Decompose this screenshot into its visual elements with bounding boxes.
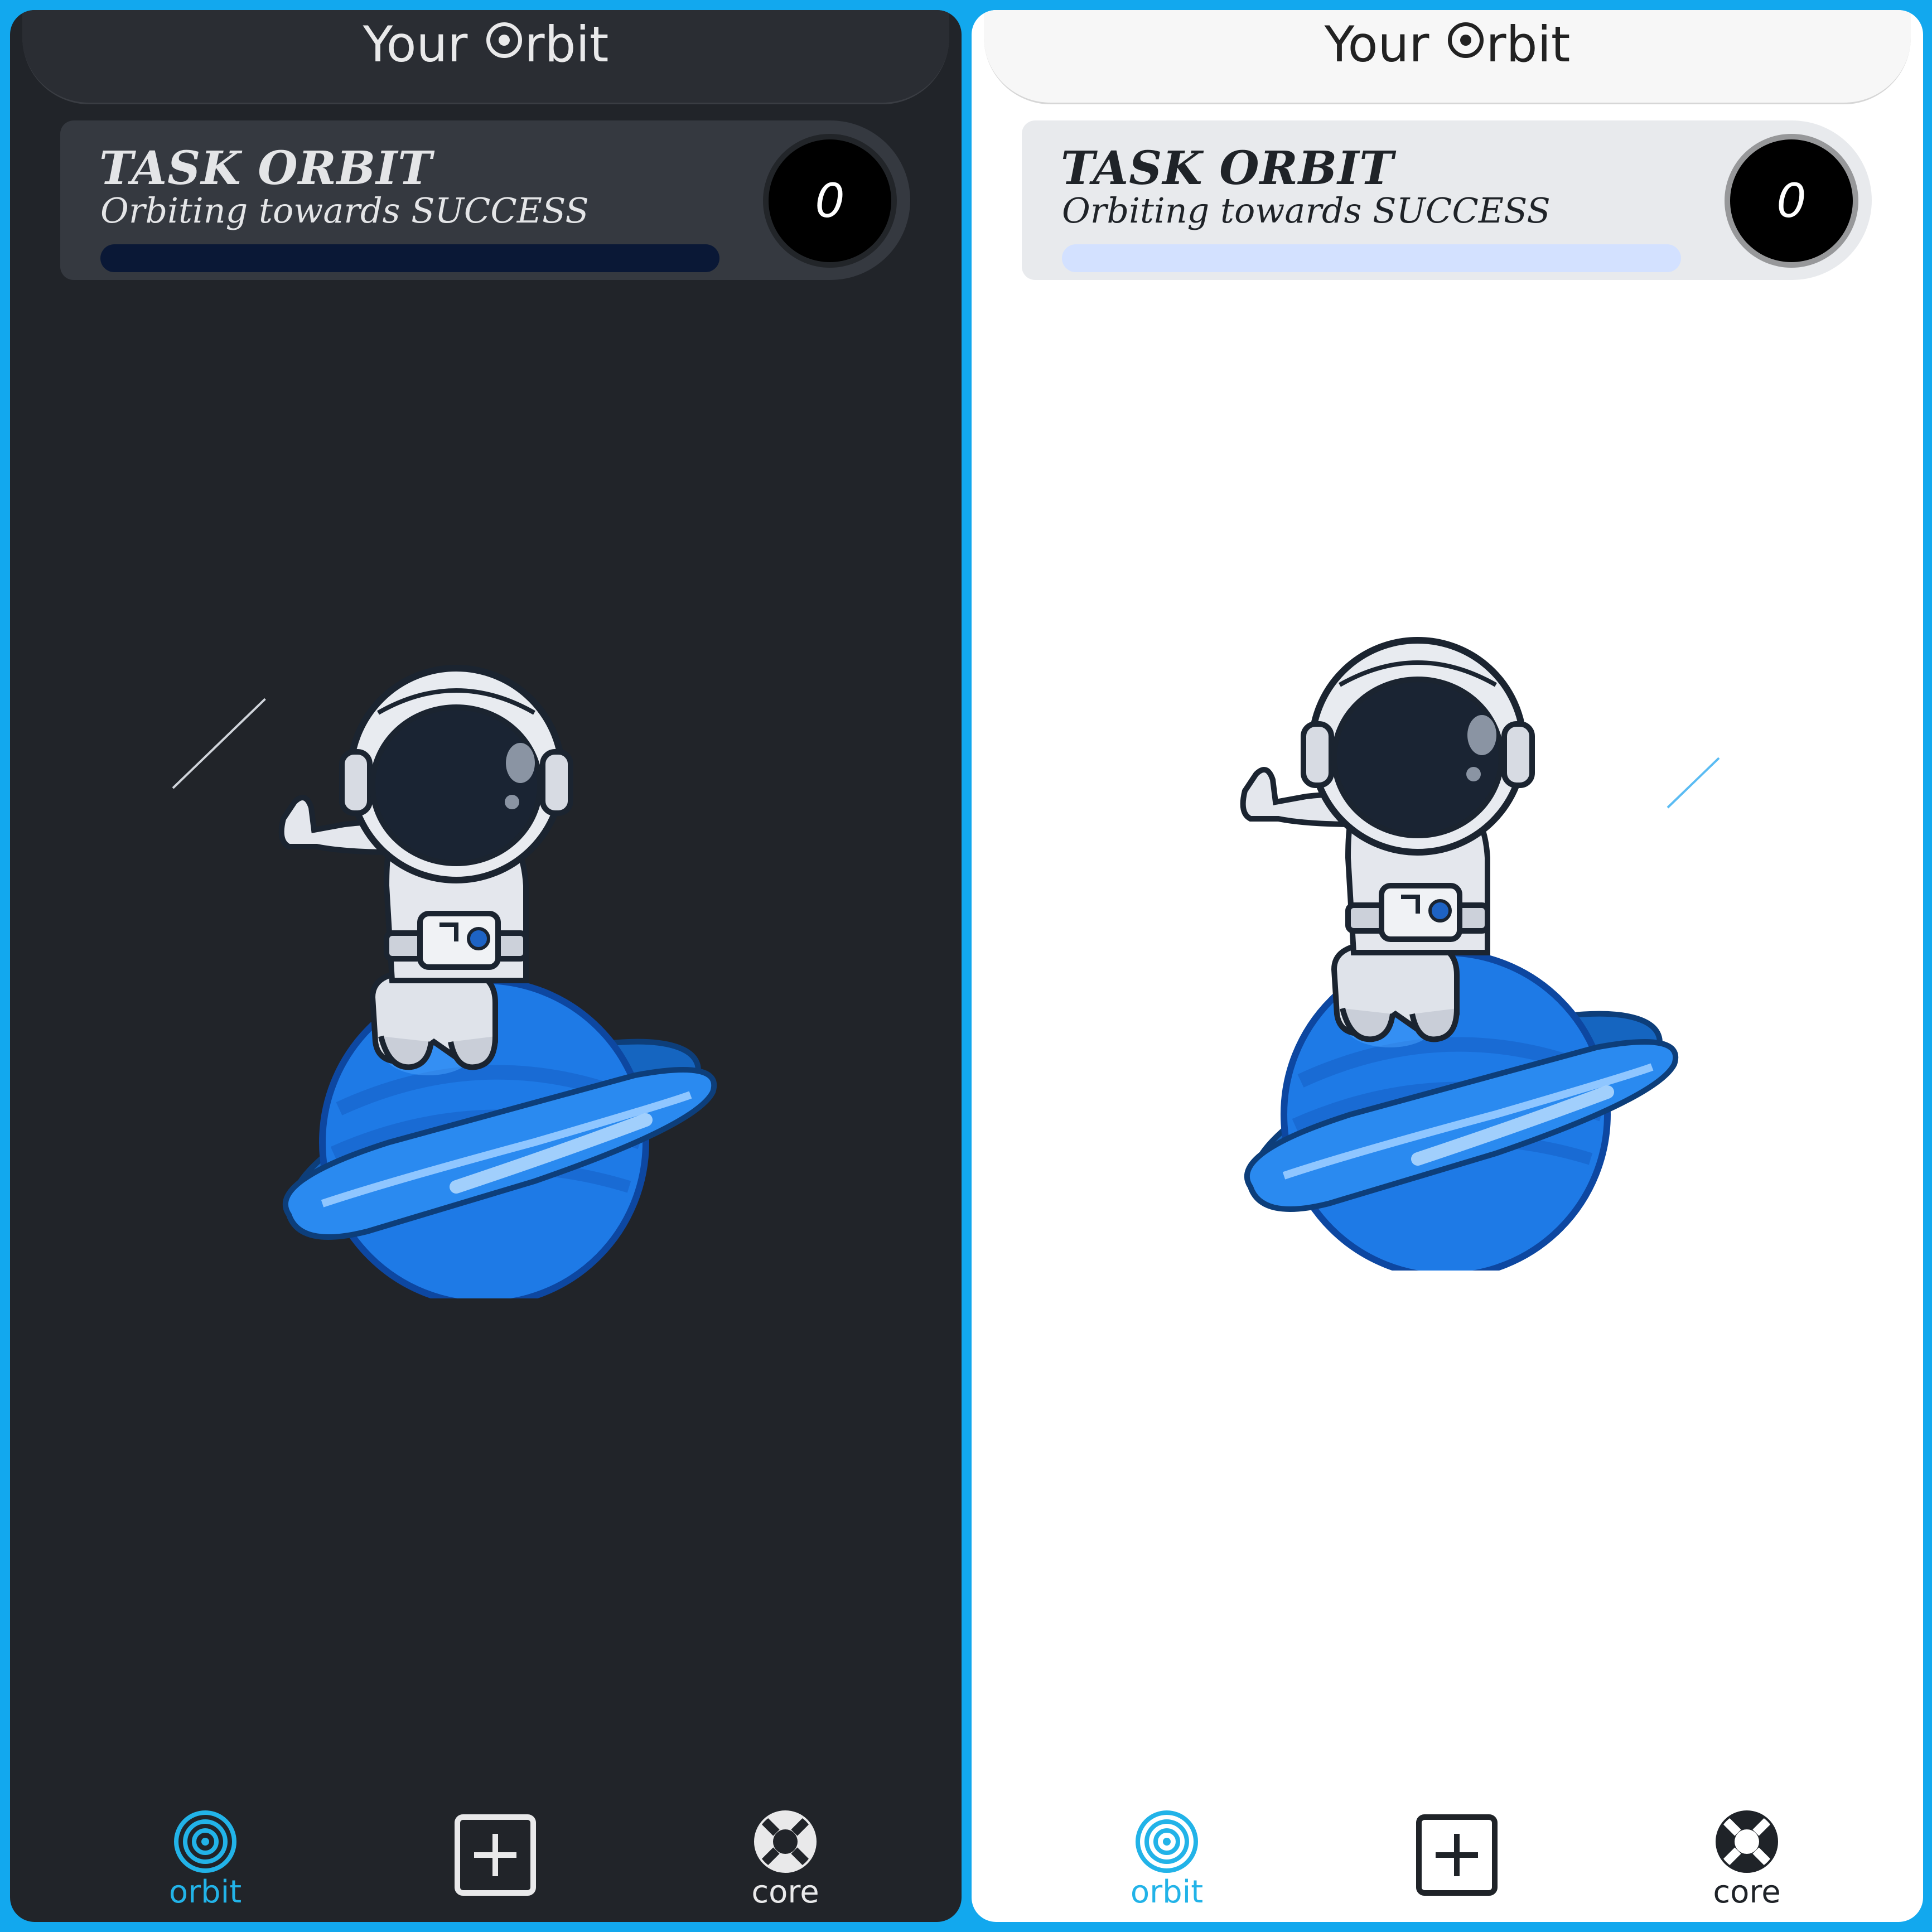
app-bar: Your rbit [984,10,1911,104]
astronaut-on-planet-illustration [1240,637,1679,1271]
orbit-o-icon [1448,22,1484,58]
task-counter: 0 [1730,139,1853,262]
app-title-prefix: Your [363,16,484,73]
app-title-suffix: rbit [1486,16,1571,73]
app-title-suffix: rbit [524,16,609,73]
nav-orbit[interactable]: orbit [1100,1794,1234,1922]
card-title: TASK ORBIT [99,142,433,195]
progress-bar [100,244,719,272]
add-square-icon [1416,1814,1498,1896]
bottom-nav: orbit core [10,1794,962,1922]
card-subtitle: Orbiting towards SUCCESS [1062,190,1551,231]
bottom-nav: orbit core [972,1794,1923,1922]
progress-bar [1062,244,1681,272]
orbit-o-icon [486,22,523,58]
astronaut-on-planet-illustration [278,665,717,1298]
card-subtitle: Orbiting towards SUCCESS [100,190,589,231]
lifebuoy-icon [1716,1810,1778,1873]
nav-orbit-label: orbit [168,1874,242,1910]
nav-core[interactable]: core [718,1794,852,1922]
nav-core[interactable]: core [1680,1794,1814,1922]
lifebuoy-icon [754,1810,817,1873]
card-title: TASK ORBIT [1061,142,1394,195]
task-orbit-card: TASK ORBIT Orbiting towards SUCCESS 0 [60,120,910,280]
task-orbit-card: TASK ORBIT Orbiting towards SUCCESS 0 [1022,120,1872,280]
nav-core-label: core [1713,1874,1781,1910]
nav-orbit-label: orbit [1130,1874,1204,1910]
nav-add[interactable] [1390,1794,1524,1922]
app-title: Your rbit [22,11,949,78]
task-counter: 0 [769,139,891,262]
dark-theme-screen: Your rbit TASK ORBIT Orbiting towards SU… [10,10,962,1922]
light-theme-screen: Your rbit TASK ORBIT Orbiting towards SU… [972,10,1923,1922]
app-title-prefix: Your [1324,16,1445,73]
orbit-icon [1136,1810,1198,1873]
app-title: Your rbit [984,11,1911,78]
nav-core-label: core [751,1874,819,1910]
add-square-icon [455,1814,536,1896]
nav-orbit[interactable]: orbit [138,1794,272,1922]
app-bar: Your rbit [22,10,949,104]
orbit-icon [174,1810,236,1873]
nav-add[interactable] [428,1794,562,1922]
